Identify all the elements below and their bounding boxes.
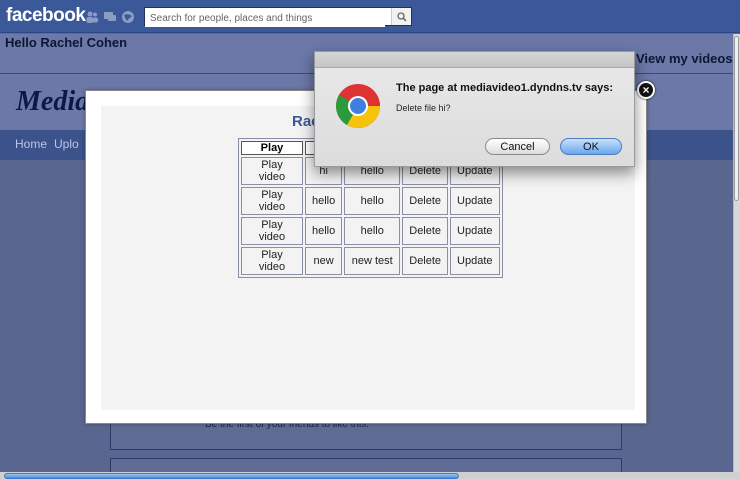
greeting: Hello Rachel Cohen — [5, 35, 128, 50]
facebook-top-bar: facebook — [0, 0, 740, 33]
video-title-cell: hello — [305, 217, 343, 245]
dialog-title: The page at mediavideo1.dyndns.tv says: — [396, 82, 614, 94]
friend-requests-icon[interactable] — [85, 10, 99, 24]
play-video-link[interactable]: Play video — [241, 217, 303, 245]
column-header-play: Play — [241, 141, 303, 155]
play-video-link[interactable]: Play video — [241, 187, 303, 215]
dialog-message: Delete file hi? — [396, 103, 451, 113]
video-description-cell: hello — [344, 187, 401, 215]
delete-link[interactable]: Delete — [402, 187, 449, 215]
delete-link[interactable]: Delete — [402, 247, 449, 275]
update-link[interactable]: Update — [450, 187, 500, 215]
notification-icons — [85, 10, 135, 24]
view-my-videos-link[interactable]: View my videos — [636, 51, 733, 66]
chrome-icon — [336, 84, 380, 128]
nav-upload[interactable]: Uplo — [54, 137, 79, 151]
table-row: Play video new new test Delete Update — [241, 247, 500, 275]
search-button[interactable] — [391, 8, 411, 25]
app-title: Media — [16, 86, 90, 117]
video-title-cell: new — [305, 247, 343, 275]
confirm-dialog: The page at mediavideo1.dyndns.tv says: … — [314, 51, 635, 167]
play-video-link[interactable]: Play video — [241, 157, 303, 185]
search-box — [144, 7, 412, 27]
update-link[interactable]: Update — [450, 247, 500, 275]
play-video-link[interactable]: Play video — [241, 247, 303, 275]
video-title-cell: hello — [305, 187, 343, 215]
ok-button[interactable]: OK — [560, 138, 622, 155]
notifications-globe-icon[interactable] — [121, 10, 135, 24]
search-icon — [396, 11, 407, 22]
video-description-cell: hello — [344, 217, 401, 245]
facebook-logo[interactable]: facebook — [6, 5, 86, 27]
table-row: Play video hello hello Delete Update — [241, 187, 500, 215]
horizontal-scroll-thumb[interactable] — [4, 473, 459, 479]
close-icon[interactable]: × — [637, 81, 655, 99]
delete-link[interactable]: Delete — [402, 217, 449, 245]
dialog-title-strip — [315, 52, 634, 68]
search-input[interactable] — [145, 10, 385, 27]
video-description-cell: new test — [344, 247, 401, 275]
table-row: Play video hello hello Delete Update — [241, 217, 500, 245]
messages-icon[interactable] — [103, 10, 117, 24]
nav-home[interactable]: Home — [15, 137, 47, 151]
vertical-scroll-thumb[interactable] — [734, 36, 739, 201]
update-link[interactable]: Update — [450, 217, 500, 245]
cancel-button[interactable]: Cancel — [485, 138, 550, 155]
